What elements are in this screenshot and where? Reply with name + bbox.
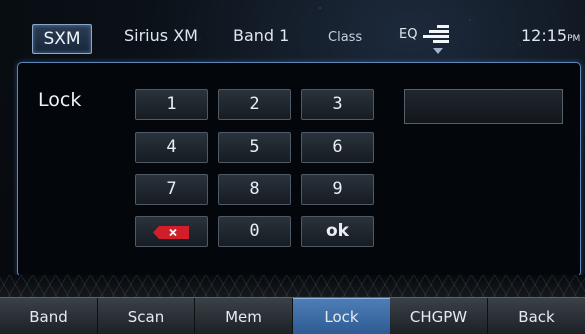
clock: 12:15PM [521, 26, 580, 45]
key-6[interactable]: 6 [301, 132, 374, 163]
lock-panel: Lock 1 2 3 4 5 6 7 8 9 0 ok [17, 62, 581, 277]
ok-button[interactable]: ok [301, 216, 374, 247]
key-0[interactable]: 0 [218, 216, 291, 247]
clock-time: 12:15 [521, 26, 568, 45]
eq-bars-icon[interactable] [423, 25, 449, 45]
decorative-pattern [0, 275, 585, 297]
clock-ampm: PM [567, 34, 581, 44]
key-4[interactable]: 4 [135, 132, 208, 163]
key-8[interactable]: 8 [218, 174, 291, 205]
category-label: Class [328, 30, 363, 45]
key-5[interactable]: 5 [218, 132, 291, 163]
delete-button[interactable] [135, 216, 208, 247]
backspace-x-icon [153, 226, 189, 239]
key-9[interactable]: 9 [301, 174, 374, 205]
key-2[interactable]: 2 [218, 89, 291, 120]
key-1[interactable]: 1 [135, 89, 208, 120]
softkey-mem[interactable]: Mem [195, 298, 293, 334]
softkey-scan[interactable]: Scan [98, 298, 195, 334]
top-status-bar: SXM Sirius XM Band 1 Class EQ 12:15PM [0, 0, 585, 58]
screen: SXM Sirius XM Band 1 Class EQ 12:15PM Lo… [0, 0, 585, 334]
service-name: Sirius XM [124, 26, 198, 45]
softkey-bar: Band Scan Mem Lock CHGPW Back [0, 297, 585, 334]
lock-title: Lock [38, 89, 82, 111]
pin-entry-field[interactable] [404, 89, 563, 124]
softkey-band[interactable]: Band [0, 298, 98, 334]
eq-label[interactable]: EQ [399, 27, 417, 42]
key-3[interactable]: 3 [301, 89, 374, 120]
softkey-chgpw[interactable]: CHGPW [390, 298, 488, 334]
softkey-back[interactable]: Back [488, 298, 585, 334]
key-7[interactable]: 7 [135, 174, 208, 205]
eq-indicator-icon [433, 48, 443, 54]
softkey-lock[interactable]: Lock [293, 298, 390, 334]
source-button[interactable]: SXM [32, 24, 92, 54]
band-indicator: Band 1 [233, 26, 290, 45]
